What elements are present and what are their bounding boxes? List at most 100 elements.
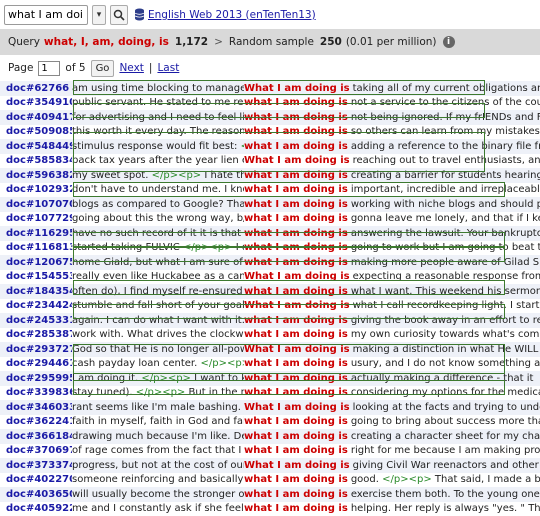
concordance-row[interactable]: doc#234424stumble and fall short of your… — [0, 299, 540, 314]
keyword-in-context[interactable]: What I am doing is — [244, 402, 350, 413]
concordance-row[interactable]: doc#107729going about this the wrong way… — [0, 212, 540, 227]
concordance-row[interactable]: doc#366184drawing much because I'm like.… — [0, 429, 540, 444]
keyword-in-context[interactable]: what I am doing is — [244, 445, 348, 456]
keyword-in-context[interactable]: what I am doing is — [244, 373, 348, 384]
keyword-in-context[interactable]: what I am doing is — [244, 228, 348, 239]
go-button[interactable]: Go — [91, 60, 115, 77]
keyword-in-context[interactable]: what I am doing is — [244, 141, 348, 152]
concordance-row[interactable]: doc#116295have no such record of it it i… — [0, 226, 540, 241]
keyword-in-context[interactable]: What I am doing is — [244, 271, 350, 282]
keyword-in-context[interactable]: what I am doing is — [244, 257, 348, 268]
doc-link[interactable]: doc#102932 — [0, 184, 72, 195]
doc-link[interactable]: doc#403650 — [0, 489, 72, 500]
doc-link[interactable]: doc#116295 — [0, 228, 72, 239]
doc-link[interactable]: doc#339836 — [0, 387, 72, 398]
keyword-in-context[interactable]: What I am doing is — [244, 460, 350, 471]
keyword-in-context[interactable]: what I am doing is — [244, 213, 348, 224]
concordance-row[interactable]: doc#409417for advertising and I need to … — [0, 110, 540, 125]
concordance-row[interactable]: doc#346033rant seems like I'm male bashi… — [0, 400, 540, 415]
doc-link[interactable]: doc#548449 — [0, 141, 72, 152]
doc-link[interactable]: doc#62766 — [0, 83, 72, 94]
query-options-dropdown[interactable]: ▾ — [92, 5, 106, 25]
doc-link[interactable]: doc#293727 — [0, 344, 72, 355]
doc-link[interactable]: doc#402270 — [0, 474, 72, 485]
concordance-row[interactable]: doc#402270someone reinforcing and basica… — [0, 473, 540, 488]
concordance-row[interactable]: doc#107070blogs as compared to Google? T… — [0, 197, 540, 212]
concordance-row[interactable]: doc#184354often do), I find myself re-en… — [0, 284, 540, 299]
concordance-row[interactable]: doc#295995I am doing it. </p><p> I want … — [0, 371, 540, 386]
keyword-in-context[interactable]: what I am doing is — [244, 286, 348, 297]
doc-link[interactable]: doc#184354 — [0, 286, 72, 297]
doc-link[interactable]: doc#294461 — [0, 358, 72, 369]
concordance-row[interactable]: doc#354910public servant. He stated to m… — [0, 96, 540, 111]
doc-link[interactable]: doc#154553 — [0, 271, 72, 282]
concordance-row[interactable]: doc#339836stay tuned). </p><p> But in th… — [0, 386, 540, 401]
next-link[interactable]: Next — [119, 62, 143, 74]
keyword-in-context[interactable]: What I am doing is — [244, 155, 350, 166]
concordance-row[interactable]: doc#370697of rage comes from the fact th… — [0, 444, 540, 459]
keyword-in-context[interactable]: what I am doing is — [244, 489, 348, 500]
doc-link[interactable]: doc#107070 — [0, 199, 72, 210]
concordance-row[interactable]: doc#585834back tax years after the year … — [0, 154, 540, 169]
concordance-row[interactable]: doc#548449stimulus response would fit be… — [0, 139, 540, 154]
doc-link[interactable]: doc#107729 — [0, 213, 72, 224]
keyword-in-context[interactable]: what I am doing is — [244, 416, 348, 427]
concordance-row[interactable]: doc#102932don't have to understand me. I… — [0, 183, 540, 198]
keyword-in-context[interactable]: what I am doing is — [244, 242, 348, 253]
concordance-row[interactable]: doc#362241faith in myself, faith in God … — [0, 415, 540, 430]
keyword-in-context[interactable]: what I am doing is — [244, 387, 348, 398]
keyword-in-context[interactable]: what I am doing is — [244, 358, 348, 369]
keyword-in-context[interactable]: what I am doing is — [244, 184, 348, 195]
doc-link[interactable]: doc#234424 — [0, 300, 72, 311]
search-button[interactable] — [110, 5, 128, 25]
doc-link[interactable]: doc#116813 — [0, 242, 72, 253]
keyword-in-context[interactable]: What I am doing is — [244, 83, 350, 94]
doc-link[interactable]: doc#245331 — [0, 315, 72, 326]
concordance-row[interactable]: doc#62766am using time blocking to manag… — [0, 81, 540, 96]
doc-link[interactable]: doc#295995 — [0, 373, 72, 384]
doc-link[interactable]: doc#370697 — [0, 445, 72, 456]
keyword-in-context[interactable]: what I am doing is — [244, 112, 348, 123]
corpus-link[interactable]: English Web 2013 (enTenTen13) — [148, 9, 316, 21]
doc-link[interactable]: doc#366184 — [0, 431, 72, 442]
doc-link[interactable]: doc#509085 — [0, 126, 72, 137]
concordance-row[interactable]: doc#154553really even like Huckabee as a… — [0, 270, 540, 285]
keyword-in-context[interactable]: what I am doing is — [244, 431, 348, 442]
keyword-in-context[interactable]: what I am doing is — [244, 199, 348, 210]
concordance-row[interactable]: doc#120675home Giald, but what I am sure… — [0, 255, 540, 270]
concordance-row[interactable]: doc#509085this worth it every day. The r… — [0, 125, 540, 140]
info-icon[interactable]: i — [443, 36, 455, 48]
concordance-row[interactable]: doc#116813started taking FULVIC </p><p> … — [0, 241, 540, 256]
doc-link[interactable]: doc#285387 — [0, 329, 72, 340]
keyword-in-context[interactable]: what I am doing is — [244, 474, 348, 485]
keyword-in-context[interactable]: what I am doing is — [244, 126, 348, 137]
doc-link[interactable]: doc#596382 — [0, 170, 72, 181]
keyword-in-context[interactable]: what I am doing is — [244, 170, 348, 181]
concordance-row[interactable]: doc#245331again. I can do what I want wi… — [0, 313, 540, 328]
doc-link[interactable]: doc#405922 — [0, 503, 72, 514]
doc-link[interactable]: doc#409417 — [0, 112, 72, 123]
doc-link[interactable]: doc#346033 — [0, 402, 72, 413]
keyword-in-context[interactable]: what I am doing is — [244, 97, 348, 108]
concordance-row[interactable]: doc#294461cash payday loan center. </p><… — [0, 357, 540, 372]
search-input[interactable] — [4, 5, 88, 25]
concordance-row[interactable]: doc#293727God so that He is no longer al… — [0, 342, 540, 357]
doc-link[interactable]: doc#585834 — [0, 155, 72, 166]
keyword-in-context[interactable]: what I am doing is — [244, 329, 348, 340]
page-number-input[interactable] — [38, 61, 60, 76]
keyword-in-context[interactable]: What I am doing is — [244, 344, 350, 355]
concordance-row[interactable]: doc#285387work with. What drives the clo… — [0, 328, 540, 343]
doc-link[interactable]: doc#373374 — [0, 460, 72, 471]
keyword-in-context[interactable]: What I am doing is — [244, 300, 350, 311]
last-link[interactable]: Last — [157, 62, 179, 74]
corpus-selector[interactable]: English Web 2013 (enTenTen13) — [134, 8, 316, 21]
keyword-in-context[interactable]: what I am doing is — [244, 315, 348, 326]
doc-link[interactable]: doc#362241 — [0, 416, 72, 427]
concordance-row[interactable]: doc#373374progress, but not at the cost … — [0, 458, 540, 473]
keyword-in-context[interactable]: what I am doing is — [244, 503, 348, 514]
doc-link[interactable]: doc#354910 — [0, 97, 72, 108]
doc-link[interactable]: doc#120675 — [0, 257, 72, 268]
concordance-row[interactable]: doc#405922me and I constantly ask if she… — [0, 502, 540, 516]
concordance-row[interactable]: doc#596382my sweet spot. </p><p> I hate … — [0, 168, 540, 183]
concordance-row[interactable]: doc#403650will usually become the strong… — [0, 487, 540, 502]
